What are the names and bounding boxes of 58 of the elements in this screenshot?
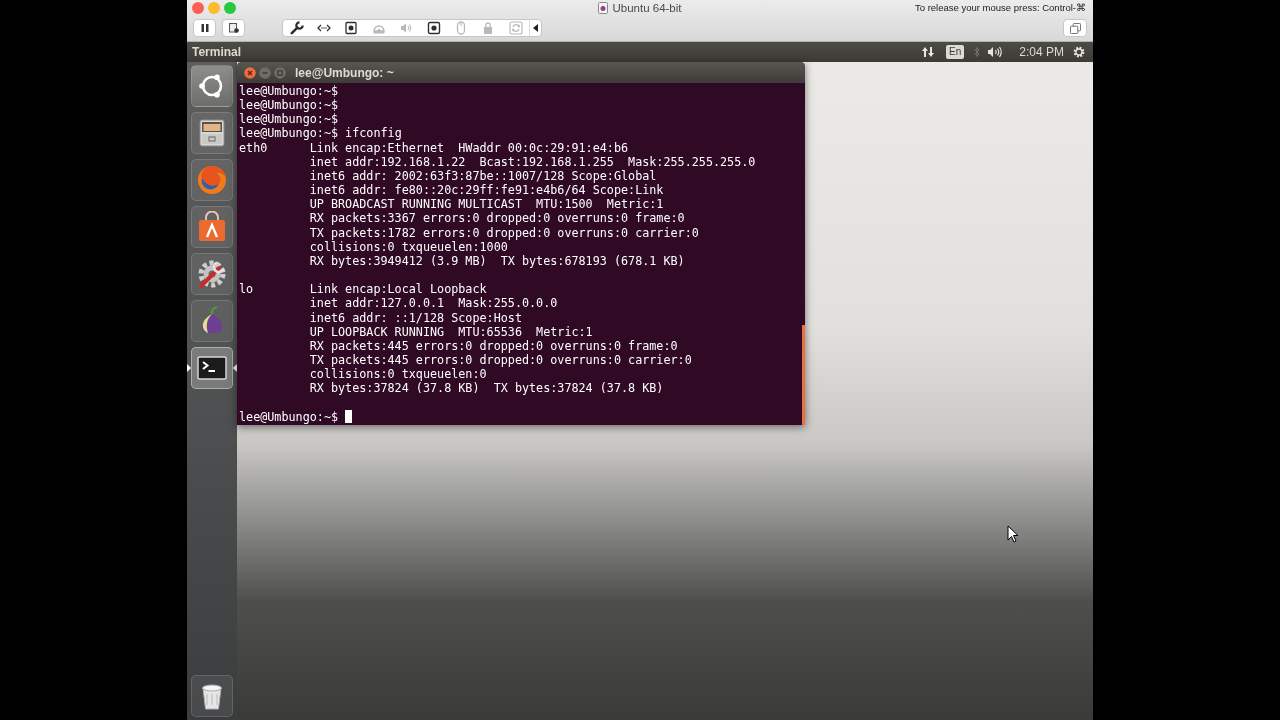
terminal-title: lee@Umbungo: ~ — [295, 65, 394, 80]
close-icon[interactable] — [244, 66, 256, 79]
window-title: Ubuntu 64-bit — [612, 1, 682, 14]
gear-wrench-icon — [196, 258, 228, 290]
launcher-item[interactable] — [191, 253, 233, 295]
launcher-item[interactable] — [191, 347, 233, 389]
terminal-line: inet6 addr: ::1/128 Scope:Host — [309, 310, 523, 325]
restore-button[interactable] — [1063, 19, 1087, 37]
settings-icon[interactable] — [1073, 46, 1085, 58]
terminal-line: RX bytes:3949412 (3.9 MB) TX bytes:678193 (678.1 KB) — [309, 253, 686, 269]
terminal-line: TX packets:445 errors:0 dropped:0 overruns:0 carrier:0 — [309, 352, 693, 368]
launcher-item[interactable] — [191, 65, 233, 107]
terminal-line: UP BROADCAST RUNNING MULTICAST MTU:1500 Metric:1 — [309, 197, 665, 212]
transfer-arrows-icon[interactable] — [922, 46, 935, 58]
prompt-line: lee@Umbungo:~$ — [239, 112, 340, 127]
interface-name: eth0 — [239, 140, 269, 155]
filing-cabinet-icon — [196, 117, 228, 149]
clock[interactable]: 2:04 PM — [1019, 45, 1064, 59]
close-icon[interactable] — [192, 1, 204, 14]
globe-icon — [196, 164, 228, 196]
launcher-item[interactable] — [191, 112, 233, 154]
pause-button[interactable] — [193, 19, 216, 37]
terminal-line: Link encap:Local Loopback — [309, 282, 488, 297]
launcher-item[interactable] — [191, 206, 233, 248]
terminal-line: inet addr:127.0.0.1 Mask:255.0.0.0 — [309, 296, 559, 311]
terminal-line: collisions:0 txqueuelen:1000 — [309, 239, 508, 254]
terminal-line: RX packets:3367 errors:0 dropped:0 overruns:0 frame:0 — [309, 211, 686, 226]
prompt-line: lee@Umbungo:~$ — [239, 98, 340, 113]
launcher-item[interactable] — [191, 675, 233, 717]
caret-icon[interactable] — [533, 24, 539, 32]
wrench-icon[interactable] — [289, 21, 304, 35]
snapshot-button[interactable] — [222, 19, 245, 37]
prompt-line: lee@Umbungo:~$ — [239, 409, 339, 424]
keyboard-layout-indicator[interactable]: En — [946, 45, 965, 59]
terminal-line: inet6 addr: 2002:63f3:87be::1007/128 Scope:Global — [309, 168, 658, 184]
app-title: Terminal — [191, 45, 242, 59]
camera-icon[interactable] — [426, 21, 441, 35]
prompt-line: lee@Umbungo:~$ ifconfig — [239, 126, 403, 141]
release-hint: To release your mouse press: Control-⌘ — [914, 2, 1087, 13]
terminal-line: collisions:0 txqueuelen:0 — [309, 367, 488, 382]
mouse-pointer-icon — [1007, 525, 1019, 543]
scrollbar-thumb[interactable] — [802, 325, 805, 425]
terminal-line: RX bytes:37824 (37.8 KB) TX bytes:37824 (37.8 KB) — [309, 381, 665, 396]
overlapping-windows-icon — [1069, 22, 1081, 34]
terminal-line: RX packets:445 errors:0 dropped:0 overruns:0 frame:0 — [309, 338, 679, 353]
terminal-line: TX packets:1782 errors:0 dropped:0 overruns:0 carrier:0 — [309, 225, 700, 240]
shopping-bag-icon — [196, 211, 228, 243]
terminal-line: UP LOOPBACK RUNNING MTU:65536 Metric:1 — [309, 324, 594, 339]
volume-icon[interactable] — [987, 46, 1005, 58]
interface-name: lo — [239, 282, 255, 297]
terminal-line: inet addr:192.168.1.22 Bcast:192.168.1.255 Mask:255.255.255.0 — [309, 154, 757, 169]
prompt-line: lee@Umbungo:~$ — [239, 84, 340, 99]
launcher-item[interactable] — [191, 300, 233, 342]
document-icon — [598, 1, 609, 14]
pause-icon — [199, 23, 210, 33]
terminal-line: Link encap:Ethernet HWaddr 00:0c:29:91:e4:b6 — [309, 140, 630, 155]
terminal-line: inet6 addr: fe80::20c:29ff:fe91:e4b6/64 Scope:Link — [309, 183, 665, 198]
snapshot-icon — [228, 23, 239, 33]
